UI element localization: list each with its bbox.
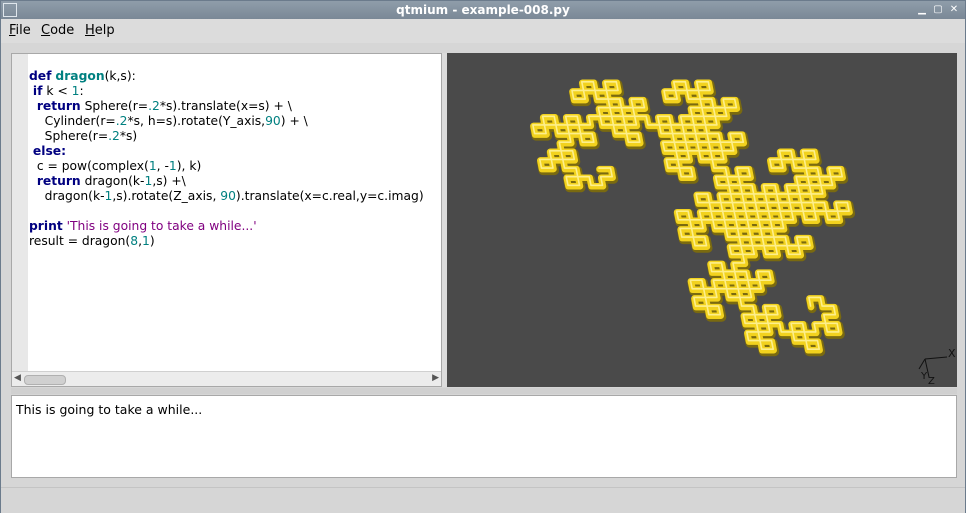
minimize-icon[interactable]: ▁ [915, 3, 929, 17]
window-title: qtmium - example-008.py [396, 3, 570, 17]
horizontal-scrollbar[interactable]: ◀ ▶ [12, 371, 441, 386]
menu-code[interactable]: Code [41, 23, 74, 38]
scroll-left-icon[interactable]: ◀ [14, 373, 21, 383]
close-icon[interactable]: ✕ [947, 3, 961, 17]
dragon-render [529, 79, 856, 357]
3d-viewport[interactable]: X Y Z [447, 53, 957, 387]
console-output-text: This is going to take a while... [16, 402, 203, 417]
code-text[interactable]: def dragon(k,s): if k < 1: return Sphere… [29, 69, 424, 249]
menu-bar: File Code Help [1, 19, 965, 43]
menu-help[interactable]: Help [85, 23, 115, 38]
output-console[interactable]: This is going to take a while... [11, 395, 957, 478]
maximize-icon[interactable]: ▢ [931, 3, 945, 17]
horizontal-splitter[interactable] [11, 388, 957, 394]
line-gutter [12, 54, 28, 372]
code-editor[interactable]: def dragon(k,s): if k < 1: return Sphere… [11, 53, 442, 387]
title-bar[interactable]: qtmium - example-008.py ▁ ▢ ✕ [1, 1, 965, 19]
scrollbar-thumb[interactable] [24, 375, 66, 385]
status-bar [1, 487, 965, 513]
menu-file[interactable]: File [9, 23, 31, 38]
app-window: qtmium - example-008.py ▁ ▢ ✕ File Code … [0, 0, 966, 513]
scroll-right-icon[interactable]: ▶ [432, 373, 439, 383]
dragon-tube [530, 79, 853, 354]
